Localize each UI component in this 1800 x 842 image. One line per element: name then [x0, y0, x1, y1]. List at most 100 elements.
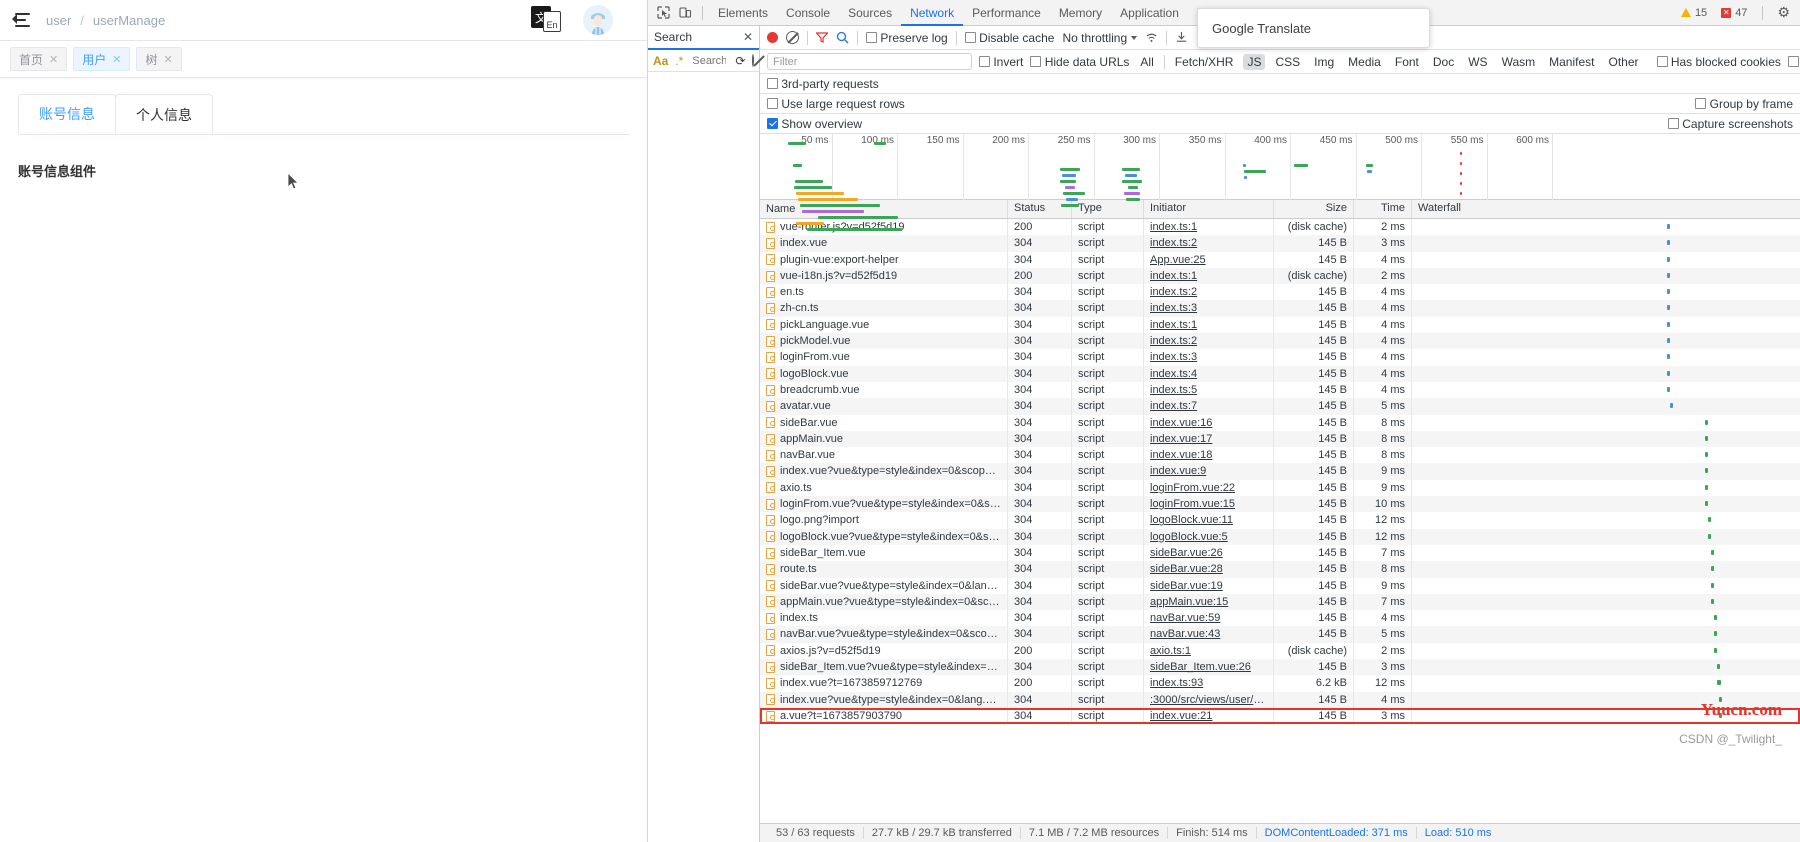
- cell-initiator[interactable]: index.vue:9: [1144, 463, 1274, 480]
- initiator-link[interactable]: appMain.vue:15: [1150, 596, 1228, 608]
- initiator-link[interactable]: loginFrom.vue:22: [1150, 482, 1235, 494]
- filter-type-manifest[interactable]: Manifest: [1545, 54, 1598, 70]
- initiator-link[interactable]: axio.ts:1: [1150, 645, 1191, 657]
- initiator-link[interactable]: :3000/src/views/user/userMana…: [1150, 694, 1273, 706]
- throttling-select[interactable]: No throttling: [1062, 31, 1138, 45]
- table-row[interactable]: logoBlock.vue?vue&type=style&index=0&sco…: [760, 528, 1800, 545]
- filter-type-js[interactable]: JS: [1243, 53, 1266, 70]
- initiator-link[interactable]: index.ts:1: [1150, 319, 1197, 331]
- cell-initiator[interactable]: loginFrom.vue:15: [1144, 496, 1274, 513]
- column-header-waterfall[interactable]: Waterfall: [1412, 200, 1800, 218]
- table-row[interactable]: sideBar.vue?vue&type=style&index=0&lang.…: [760, 577, 1800, 594]
- table-row[interactable]: vue-i18n.js?v=d52f5d19 200 script index.ts:…: [760, 267, 1800, 285]
- table-row[interactable]: loginFrom.vue?vue&type=style&index=0&sco…: [760, 496, 1800, 513]
- table-row[interactable]: axio.ts 304 script loginFrom.vue:22 145 B9 m…: [760, 479, 1800, 497]
- initiator-link[interactable]: index.ts:3: [1150, 302, 1197, 314]
- disable-cache-checkbox[interactable]: Disable cache: [964, 31, 1054, 45]
- error-badge[interactable]: ✕ 47: [1716, 6, 1752, 20]
- initiator-link[interactable]: index.vue:18: [1150, 449, 1212, 461]
- cell-initiator[interactable]: navBar.vue:59: [1144, 610, 1274, 627]
- cell-initiator[interactable]: index.ts:2: [1144, 235, 1274, 252]
- table-row[interactable]: index.vue?vue&type=style&index=0&lang.cs…: [760, 691, 1800, 708]
- initiator-link[interactable]: navBar.vue:43: [1150, 628, 1220, 640]
- table-row[interactable]: index.ts 304 script navBar.vue:59 145 B4 ms: [760, 610, 1800, 627]
- column-header-status[interactable]: Status: [1008, 200, 1072, 218]
- cell-initiator[interactable]: index.ts:2: [1144, 284, 1274, 301]
- initiator-link[interactable]: index.ts:4: [1150, 368, 1197, 380]
- initiator-link[interactable]: index.ts:7: [1150, 400, 1197, 412]
- initiator-link[interactable]: index.ts:5: [1150, 384, 1197, 396]
- filter-type-other[interactable]: Other: [1604, 54, 1642, 70]
- filter-type-img[interactable]: Img: [1310, 54, 1338, 70]
- tag-tab-2[interactable]: 树 ✕: [136, 47, 182, 71]
- column-header-initiator[interactable]: Initiator: [1144, 200, 1274, 218]
- table-row[interactable]: route.ts 304 script sideBar.vue:28 145 B8 ms: [760, 561, 1800, 578]
- large-rows-checkbox[interactable]: Use large request rows: [767, 97, 905, 111]
- devtools-tab-sources[interactable]: Sources: [839, 0, 901, 26]
- table-row[interactable]: en.ts 304 script index.ts:2 145 B4 ms: [760, 284, 1800, 301]
- cell-initiator[interactable]: axio.ts:1: [1144, 642, 1274, 660]
- devtools-tab-performance[interactable]: Performance: [963, 0, 1050, 26]
- filter-type-css[interactable]: CSS: [1271, 54, 1304, 70]
- initiator-link[interactable]: index.ts:2: [1150, 237, 1197, 249]
- close-icon[interactable]: ✕: [743, 30, 753, 44]
- cell-initiator[interactable]: logoBlock.vue:11: [1144, 512, 1274, 529]
- table-row[interactable]: index.vue?vue&type=style&index=0&scoped=…: [760, 463, 1800, 480]
- cell-initiator[interactable]: index.ts:4: [1144, 365, 1274, 382]
- gear-icon[interactable]: ⚙: [1777, 4, 1790, 21]
- initiator-link[interactable]: logoBlock.vue:11: [1150, 514, 1233, 526]
- cell-initiator[interactable]: logoBlock.vue:5: [1144, 528, 1274, 545]
- cell-initiator[interactable]: index.ts:2: [1144, 333, 1274, 350]
- cell-initiator[interactable]: index.ts:5: [1144, 381, 1274, 399]
- initiator-link[interactable]: index.ts:2: [1150, 335, 1197, 347]
- clear-network-log-button[interactable]: [786, 31, 799, 44]
- table-row[interactable]: appMain.vue?vue&type=style&index=0&scope…: [760, 593, 1800, 611]
- content-tab-1[interactable]: 个人信息: [115, 94, 213, 134]
- search-icon[interactable]: [836, 31, 849, 44]
- sidebar-collapse-icon[interactable]: [12, 12, 30, 28]
- cell-initiator[interactable]: :3000/src/views/user/userMana…: [1144, 691, 1274, 708]
- cell-initiator[interactable]: index.ts:1: [1144, 316, 1274, 334]
- table-row[interactable]: loginFrom.vue 304 script index.ts:3 145 B4 m…: [760, 349, 1800, 366]
- filter-type-fetch-xhr[interactable]: Fetch/XHR: [1171, 54, 1238, 70]
- filter-type-all[interactable]: All: [1136, 54, 1157, 70]
- table-row[interactable]: a.vue?t=1673857903790 304 script index.vue:…: [760, 707, 1800, 725]
- filter-input[interactable]: Filter: [767, 53, 972, 70]
- table-row[interactable]: pickLanguage.vue 304 script index.ts:1 145 B…: [760, 316, 1800, 334]
- cell-initiator[interactable]: index.vue:17: [1144, 430, 1274, 448]
- cell-initiator[interactable]: index.vue:16: [1144, 414, 1274, 431]
- filter-type-ws[interactable]: WS: [1464, 54, 1491, 70]
- initiator-link[interactable]: sideBar_Item.vue:26: [1150, 661, 1251, 673]
- cell-initiator[interactable]: index.vue:21: [1144, 707, 1274, 725]
- close-icon[interactable]: ✕: [49, 53, 58, 66]
- cell-initiator[interactable]: index.ts:3: [1144, 300, 1274, 317]
- show-overview-checkbox[interactable]: Show overview: [767, 117, 862, 131]
- filter-type-media[interactable]: Media: [1344, 54, 1385, 70]
- google-translate-popup[interactable]: Google Translate: [1197, 8, 1430, 48]
- invert-checkbox[interactable]: Invert: [979, 55, 1023, 69]
- language-toggle-icon[interactable]: 文 En: [531, 6, 561, 34]
- cell-initiator[interactable]: index.ts:1: [1144, 267, 1274, 285]
- cell-initiator[interactable]: sideBar_Item.vue:26: [1144, 659, 1274, 676]
- cell-initiator[interactable]: index.ts:93: [1144, 675, 1274, 692]
- initiator-link[interactable]: sideBar.vue:26: [1150, 547, 1223, 559]
- cell-initiator[interactable]: sideBar.vue:19: [1144, 577, 1274, 594]
- initiator-link[interactable]: index.ts:2: [1150, 286, 1197, 298]
- device-toolbar-icon[interactable]: [674, 3, 696, 23]
- devtools-tab-elements[interactable]: Elements: [709, 0, 777, 26]
- table-row[interactable]: appMain.vue 304 script index.vue:17 145 B8 m…: [760, 430, 1800, 448]
- filter-type-wasm[interactable]: Wasm: [1498, 54, 1540, 70]
- initiator-link[interactable]: index.vue:16: [1150, 417, 1212, 429]
- table-row[interactable]: navBar.vue?vue&type=style&index=0&scoped…: [760, 626, 1800, 643]
- regex-icon[interactable]: .*: [675, 54, 683, 68]
- initiator-link[interactable]: index.vue:17: [1150, 433, 1212, 445]
- initiator-link[interactable]: navBar.vue:59: [1150, 612, 1220, 624]
- column-header-size[interactable]: Size: [1274, 200, 1354, 218]
- cell-initiator[interactable]: navBar.vue:43: [1144, 626, 1274, 643]
- import-har-icon[interactable]: [1175, 31, 1188, 44]
- table-row[interactable]: vue-router.js?v=d52f5d19 200 script index.t…: [760, 219, 1800, 236]
- table-row[interactable]: logo.png?import 304 script logoBlock.vue:11…: [760, 512, 1800, 529]
- cell-initiator[interactable]: index.ts:3: [1144, 349, 1274, 366]
- table-row[interactable]: plugin-vue:export-helper 304 script App.vue…: [760, 251, 1800, 268]
- table-row[interactable]: avatar.vue 304 script index.ts:7 145 B5 ms: [760, 398, 1800, 415]
